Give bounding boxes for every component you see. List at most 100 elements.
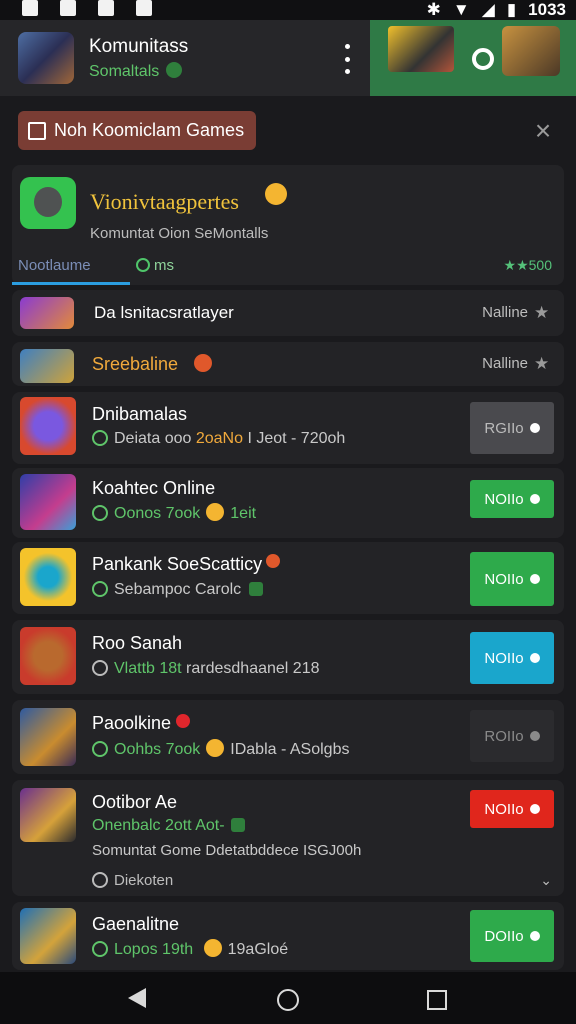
tab-secondary[interactable]: ms	[136, 257, 174, 274]
bluetooth-icon: ✱	[426, 0, 441, 19]
play-button[interactable]: NOIIo	[470, 790, 554, 828]
flag-icon	[28, 121, 46, 140]
featured-card[interactable]: Vionivtaagpertes Komuntat Oion SeMontall…	[12, 165, 564, 285]
list-item[interactable]: Sreebaline Nalline ★	[12, 342, 564, 386]
play-button[interactable]: RGIIo	[470, 402, 554, 454]
gear-icon	[529, 423, 540, 433]
list-item[interactable]: Paoolkine Oohbs 7ook IDabla - ASolgbs ROI…	[12, 700, 564, 774]
play-button[interactable]: ROIIo	[470, 710, 554, 762]
recents-icon[interactable]	[427, 990, 447, 1010]
kebab-menu-icon[interactable]	[338, 44, 356, 74]
button-label: NOIIo	[484, 649, 524, 667]
home-icon[interactable]	[277, 989, 299, 1011]
notification-icon	[22, 0, 38, 16]
check-icon	[92, 741, 108, 757]
featured-description: Komuntat Oion SeMontalls	[90, 225, 269, 242]
game-icon	[20, 349, 74, 383]
emoji-icon	[194, 354, 212, 372]
game-name: Gaenalitne	[92, 914, 180, 934]
game-meta: Oohbs 7ook IDabla - ASolgbs	[92, 739, 349, 759]
meta-text: 19aGloé	[227, 941, 289, 958]
notification-icon	[60, 0, 76, 16]
game-icon	[20, 397, 76, 455]
header-subtitle: Somaltals	[89, 63, 160, 80]
notification-icon	[136, 0, 152, 16]
meta-text: Oohbs 7ook	[114, 741, 201, 758]
button-label: ROIIo	[484, 727, 524, 745]
game-name: Ootibor Ae	[92, 792, 178, 812]
status-system-icons: ✱ ▼ ◢ ▮ 1033	[427, 0, 566, 20]
game-name: Paoolkine	[92, 713, 172, 733]
expand-toggle[interactable]: Diekoten	[92, 872, 173, 889]
game-icon	[20, 708, 76, 766]
navigation-bar	[0, 972, 576, 1024]
meta-text: Onenbalc 2ott Aot-	[92, 817, 225, 834]
gear-icon	[529, 804, 540, 814]
emoji-icon	[265, 183, 287, 205]
game-name: Koahtec Online	[92, 478, 216, 498]
badge-icon	[230, 818, 245, 832]
play-button[interactable]: NOIIo	[470, 632, 554, 684]
meta-text: I Jeot - 720oh	[243, 430, 346, 447]
promo-banner[interactable]	[370, 20, 576, 96]
list-item[interactable]: Pankank SoeScatticy Sebampoc Carolc NOII…	[12, 542, 564, 614]
meta-highlight: 2oaNo	[195, 430, 243, 447]
category-chip[interactable]: Noh Koomiclam Games	[18, 111, 257, 150]
play-button[interactable]: NOIIo	[470, 480, 554, 518]
status-bar: ✱ ▼ ◢ ▮ 1033	[0, 0, 576, 20]
meta-text: Oonos 7ook	[114, 505, 201, 522]
meta-text: rardesdhaanel 218	[186, 660, 320, 677]
community-avatar[interactable]	[18, 32, 74, 84]
gear-icon	[529, 731, 540, 741]
gear-icon	[529, 574, 540, 584]
ring-icon	[472, 48, 494, 70]
game-name: Roo Sanah	[92, 633, 183, 653]
list-item[interactable]: Dnibamalas Deiata ooo 2oaNo I Jeot - 720…	[12, 392, 564, 464]
signal-icon: ◢	[481, 0, 495, 19]
game-name: Dnibamalas	[92, 404, 188, 424]
clock-icon	[92, 660, 108, 676]
game-meta: Vlattb 18t rardesdhaanel 218	[92, 660, 319, 678]
tab-primary[interactable]: Nootlaume	[18, 257, 91, 274]
promo-image	[388, 26, 454, 72]
tab-secondary-label: ms	[154, 257, 174, 274]
status-label: Nalline	[482, 304, 528, 321]
check-icon	[92, 581, 108, 597]
game-meta: Deiata ooo 2oaNo I Jeot - 720oh	[92, 430, 345, 448]
featured-title: Vionivtaagpertes	[90, 189, 239, 214]
game-icon	[20, 548, 76, 606]
meta-text: Vlattb 18t	[114, 660, 187, 677]
game-icon	[20, 908, 76, 964]
badge-icon	[266, 554, 280, 568]
play-button[interactable]: DOIIo	[470, 910, 554, 962]
list-item[interactable]: Koahtec Online Oonos 7ook 1eit NOIIo	[12, 468, 564, 538]
promo-image	[502, 26, 560, 76]
check-icon	[92, 941, 108, 957]
gear-icon	[529, 494, 540, 504]
meta-text: IDabla - ASolgbs	[230, 741, 350, 758]
check-icon	[92, 505, 108, 521]
close-icon[interactable]: ×	[530, 117, 556, 145]
button-label: RGIIo	[484, 419, 524, 437]
star-icon[interactable]: ★	[534, 355, 550, 372]
list-item[interactable]: Da lsnitacsratlayer Nalline ★	[12, 290, 564, 336]
rating: ★★500	[503, 257, 552, 273]
info-icon	[92, 872, 108, 888]
battery-icon: ▮	[506, 0, 517, 19]
emoji-icon	[206, 503, 225, 521]
list-item[interactable]: Roo Sanah Vlattb 18t rardesdhaanel 218 N…	[12, 620, 564, 694]
back-icon[interactable]	[128, 988, 146, 1008]
gear-icon	[529, 931, 540, 941]
game-icon	[20, 297, 74, 329]
game-meta: Oonos 7ook 1eit	[92, 503, 256, 523]
play-button[interactable]: NOIIo	[470, 552, 554, 606]
list-item[interactable]: Gaenalitne Lopos 19th 19aGloé DOIIo	[12, 902, 564, 970]
chip-label: Noh Koomiclam Games	[54, 120, 245, 140]
expand-label: Diekoten	[114, 872, 174, 889]
app-header: Komunitass Somaltals	[0, 20, 576, 96]
star-icon[interactable]: ★	[534, 304, 550, 321]
chevron-down-icon[interactable]: ⌄	[540, 872, 552, 889]
list-item-expanded[interactable]: Ootibor Ae Onenbalc 2ott Aot- Somuntat G…	[12, 780, 564, 896]
meta-text: Deiata ooo	[114, 430, 196, 447]
button-label: NOIIo	[484, 570, 524, 588]
